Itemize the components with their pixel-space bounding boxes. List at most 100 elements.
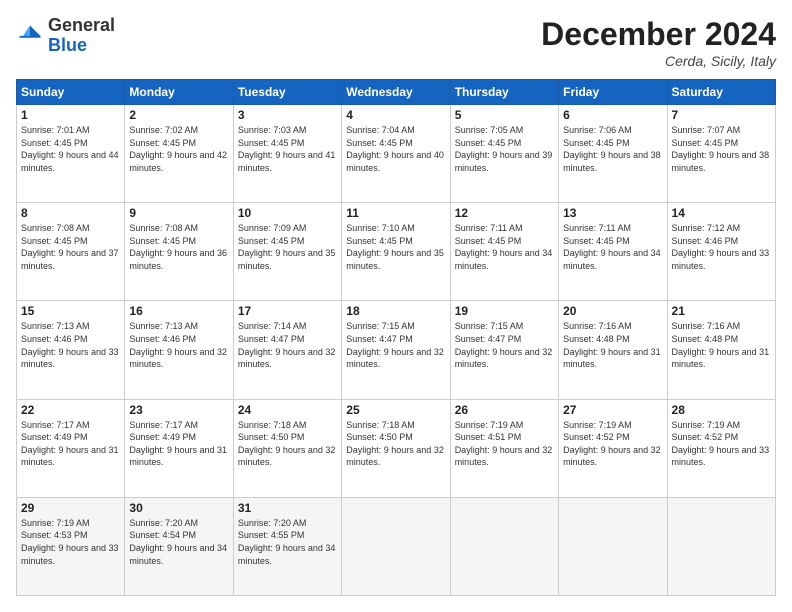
calendar-cell: 26 Sunrise: 7:19 AMSunset: 4:51 PMDayligh… xyxy=(450,399,558,497)
calendar-table: SundayMondayTuesdayWednesdayThursdayFrid… xyxy=(16,79,776,596)
calendar-cell: 23 Sunrise: 7:17 AMSunset: 4:49 PMDayligh… xyxy=(125,399,233,497)
cell-info: Sunrise: 7:08 AMSunset: 4:45 PMDaylight:… xyxy=(21,222,120,272)
cell-info: Sunrise: 7:09 AMSunset: 4:45 PMDaylight:… xyxy=(238,222,337,272)
logo-text: General Blue xyxy=(48,16,115,56)
calendar-cell: 2Sunrise: 7:02 AMSunset: 4:45 PMDaylight… xyxy=(125,105,233,203)
day-number: 17 xyxy=(238,304,337,318)
day-number: 13 xyxy=(563,206,662,220)
cell-info: Sunrise: 7:19 AMSunset: 4:53 PMDaylight:… xyxy=(21,517,120,567)
calendar-cell: 29 Sunrise: 7:19 AMSunset: 4:53 PMDayligh… xyxy=(17,497,125,595)
calendar-week: 22 Sunrise: 7:17 AMSunset: 4:49 PMDayligh… xyxy=(17,399,776,497)
calendar-cell: 13Sunrise: 7:11 AMSunset: 4:45 PMDayligh… xyxy=(559,203,667,301)
calendar-cell: 15 Sunrise: 7:13 AMSunset: 4:46 PMDayligh… xyxy=(17,301,125,399)
day-number: 31 xyxy=(238,501,337,515)
day-number: 26 xyxy=(455,403,554,417)
day-number: 10 xyxy=(238,206,337,220)
calendar-cell: 28 Sunrise: 7:19 AMSunset: 4:52 PMDayligh… xyxy=(667,399,775,497)
weekday-header: Wednesday xyxy=(342,80,450,105)
cell-info: Sunrise: 7:04 AMSunset: 4:45 PMDaylight:… xyxy=(346,124,445,174)
cell-info: Sunrise: 7:16 AMSunset: 4:48 PMDaylight:… xyxy=(672,320,771,370)
calendar-week: 8 Sunrise: 7:08 AMSunset: 4:45 PMDaylight… xyxy=(17,203,776,301)
day-number: 3 xyxy=(238,108,337,122)
calendar-cell: 24Sunrise: 7:18 AMSunset: 4:50 PMDayligh… xyxy=(233,399,341,497)
day-number: 14 xyxy=(672,206,771,220)
day-number: 28 xyxy=(672,403,771,417)
cell-info: Sunrise: 7:14 AMSunset: 4:47 PMDaylight:… xyxy=(238,320,337,370)
weekday-header: Tuesday xyxy=(233,80,341,105)
calendar-cell: 8 Sunrise: 7:08 AMSunset: 4:45 PMDaylight… xyxy=(17,203,125,301)
day-number: 30 xyxy=(129,501,228,515)
cell-info: Sunrise: 7:03 AMSunset: 4:45 PMDaylight:… xyxy=(238,124,337,174)
calendar-cell: 9Sunrise: 7:08 AMSunset: 4:45 PMDaylight… xyxy=(125,203,233,301)
logo: General Blue xyxy=(16,16,115,56)
logo-blue: Blue xyxy=(48,35,87,55)
weekday-header: Sunday xyxy=(17,80,125,105)
calendar-cell: 20 Sunrise: 7:16 AMSunset: 4:48 PMDayligh… xyxy=(559,301,667,399)
title-block: December 2024 Cerda, Sicily, Italy xyxy=(541,16,776,69)
calendar-cell: 11Sunrise: 7:10 AMSunset: 4:45 PMDayligh… xyxy=(342,203,450,301)
calendar-cell: 16Sunrise: 7:13 AMSunset: 4:46 PMDayligh… xyxy=(125,301,233,399)
calendar-cell: 1 Sunrise: 7:01 AMSunset: 4:45 PMDaylight… xyxy=(17,105,125,203)
day-number: 29 xyxy=(21,501,120,515)
calendar-cell xyxy=(667,497,775,595)
calendar-cell: 30Sunrise: 7:20 AMSunset: 4:54 PMDayligh… xyxy=(125,497,233,595)
cell-info: Sunrise: 7:08 AMSunset: 4:45 PMDaylight:… xyxy=(129,222,228,272)
page: General Blue December 2024 Cerda, Sicily… xyxy=(0,0,792,612)
day-number: 5 xyxy=(455,108,554,122)
calendar-cell: 3 Sunrise: 7:03 AMSunset: 4:45 PMDaylight… xyxy=(233,105,341,203)
calendar-cell: 27 Sunrise: 7:19 AMSunset: 4:52 PMDayligh… xyxy=(559,399,667,497)
day-number: 7 xyxy=(672,108,771,122)
location: Cerda, Sicily, Italy xyxy=(541,53,776,69)
cell-info: Sunrise: 7:13 AMSunset: 4:46 PMDaylight:… xyxy=(129,320,228,370)
day-number: 4 xyxy=(346,108,445,122)
calendar-cell: 25 Sunrise: 7:18 AMSunset: 4:50 PMDayligh… xyxy=(342,399,450,497)
calendar-cell: 18 Sunrise: 7:15 AMSunset: 4:47 PMDayligh… xyxy=(342,301,450,399)
header-row: SundayMondayTuesdayWednesdayThursdayFrid… xyxy=(17,80,776,105)
calendar-cell: 17 Sunrise: 7:14 AMSunset: 4:47 PMDayligh… xyxy=(233,301,341,399)
day-number: 15 xyxy=(21,304,120,318)
weekday-header: Monday xyxy=(125,80,233,105)
cell-info: Sunrise: 7:17 AMSunset: 4:49 PMDaylight:… xyxy=(21,419,120,469)
cell-info: Sunrise: 7:19 AMSunset: 4:51 PMDaylight:… xyxy=(455,419,554,469)
calendar-cell: 7Sunrise: 7:07 AMSunset: 4:45 PMDaylight… xyxy=(667,105,775,203)
cell-info: Sunrise: 7:16 AMSunset: 4:48 PMDaylight:… xyxy=(563,320,662,370)
cell-info: Sunrise: 7:19 AMSunset: 4:52 PMDaylight:… xyxy=(563,419,662,469)
logo-icon xyxy=(16,22,44,50)
cell-info: Sunrise: 7:19 AMSunset: 4:52 PMDaylight:… xyxy=(672,419,771,469)
cell-info: Sunrise: 7:15 AMSunset: 4:47 PMDaylight:… xyxy=(346,320,445,370)
cell-info: Sunrise: 7:12 AMSunset: 4:46 PMDaylight:… xyxy=(672,222,771,272)
day-number: 25 xyxy=(346,403,445,417)
day-number: 19 xyxy=(455,304,554,318)
cell-info: Sunrise: 7:13 AMSunset: 4:46 PMDaylight:… xyxy=(21,320,120,370)
day-number: 12 xyxy=(455,206,554,220)
calendar-cell: 14 Sunrise: 7:12 AMSunset: 4:46 PMDayligh… xyxy=(667,203,775,301)
calendar-cell: 4 Sunrise: 7:04 AMSunset: 4:45 PMDaylight… xyxy=(342,105,450,203)
cell-info: Sunrise: 7:18 AMSunset: 4:50 PMDaylight:… xyxy=(346,419,445,469)
day-number: 27 xyxy=(563,403,662,417)
calendar-week: 15 Sunrise: 7:13 AMSunset: 4:46 PMDayligh… xyxy=(17,301,776,399)
calendar-week: 1 Sunrise: 7:01 AMSunset: 4:45 PMDaylight… xyxy=(17,105,776,203)
cell-info: Sunrise: 7:01 AMSunset: 4:45 PMDaylight:… xyxy=(21,124,120,174)
cell-info: Sunrise: 7:20 AMSunset: 4:55 PMDaylight:… xyxy=(238,517,337,567)
cell-info: Sunrise: 7:11 AMSunset: 4:45 PMDaylight:… xyxy=(455,222,554,272)
day-number: 20 xyxy=(563,304,662,318)
calendar-cell: 31 Sunrise: 7:20 AMSunset: 4:55 PMDayligh… xyxy=(233,497,341,595)
day-number: 23 xyxy=(129,403,228,417)
header: General Blue December 2024 Cerda, Sicily… xyxy=(16,16,776,69)
calendar-cell: 5Sunrise: 7:05 AMSunset: 4:45 PMDaylight… xyxy=(450,105,558,203)
cell-info: Sunrise: 7:17 AMSunset: 4:49 PMDaylight:… xyxy=(129,419,228,469)
day-number: 8 xyxy=(21,206,120,220)
day-number: 22 xyxy=(21,403,120,417)
cell-info: Sunrise: 7:15 AMSunset: 4:47 PMDaylight:… xyxy=(455,320,554,370)
weekday-header: Thursday xyxy=(450,80,558,105)
day-number: 2 xyxy=(129,108,228,122)
day-number: 18 xyxy=(346,304,445,318)
day-number: 24 xyxy=(238,403,337,417)
calendar-cell xyxy=(450,497,558,595)
calendar-cell: 6Sunrise: 7:06 AMSunset: 4:45 PMDaylight… xyxy=(559,105,667,203)
month-title: December 2024 xyxy=(541,16,776,53)
calendar-cell xyxy=(559,497,667,595)
cell-info: Sunrise: 7:10 AMSunset: 4:45 PMDaylight:… xyxy=(346,222,445,272)
day-number: 1 xyxy=(21,108,120,122)
weekday-header: Friday xyxy=(559,80,667,105)
